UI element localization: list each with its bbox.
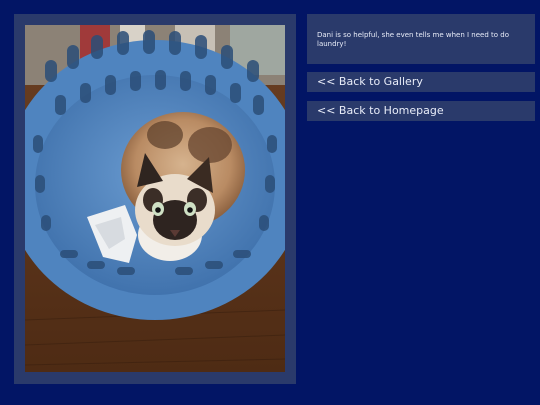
back-to-homepage-link[interactable]: << Back to Homepage	[307, 101, 535, 121]
back-to-gallery-link[interactable]: << Back to Gallery	[307, 72, 535, 92]
cat-photo	[25, 25, 285, 372]
photo-caption: Dani is so helpful, she even tells me wh…	[317, 31, 509, 48]
caption-box: Dani is so helpful, she even tells me wh…	[307, 14, 535, 64]
photo-frame	[14, 14, 296, 384]
